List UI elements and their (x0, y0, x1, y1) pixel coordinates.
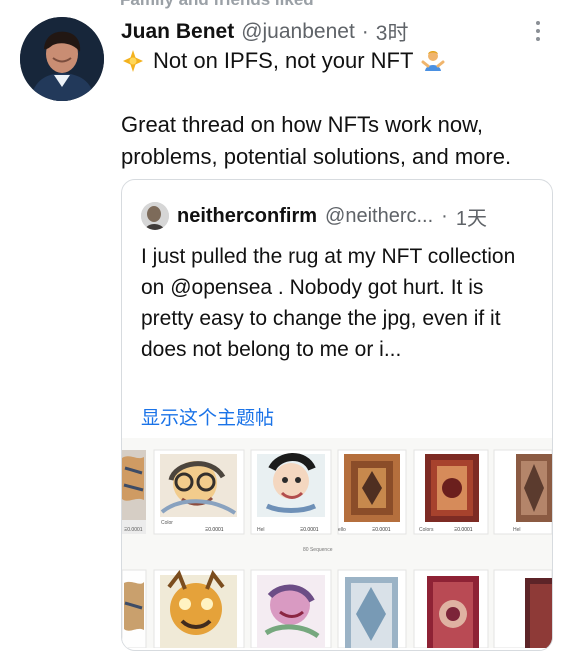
more-vertical-icon (533, 21, 543, 41)
author-name[interactable]: Juan Benet (121, 20, 234, 44)
more-options-button[interactable] (533, 17, 543, 45)
show-thread-link[interactable]: 显示这个主题帖 (141, 403, 274, 430)
quoted-author-handle[interactable]: @neitherc... (325, 205, 433, 228)
tweet-first-line: Not on IPFS, not your NFT (121, 48, 445, 74)
nft-name: Hel (513, 527, 521, 533)
liked-by-header: Family and friends liked (0, 0, 561, 10)
sparkle-icon (123, 50, 143, 72)
nft-name: Colors (419, 527, 434, 533)
quoted-tweet-time[interactable]: 1天 (456, 202, 487, 231)
nft-grid-footer: 80 Sequence (303, 547, 333, 553)
nft-card-6: Hel (493, 449, 552, 535)
quoted-author-avatar[interactable] (141, 202, 169, 230)
person-avatar-icon (20, 17, 104, 101)
nft-price: Ξ0.0001 (124, 527, 143, 533)
nft-card-3: Hel Ξ0.0001 (250, 449, 332, 535)
quoted-author-name[interactable]: neitherconfirm (177, 205, 317, 228)
nft-card-4: ello Ξ0.0001 (337, 449, 407, 535)
tweet-headline: Not on IPFS, not your NFT (153, 48, 414, 73)
tweet-time[interactable]: 3时 (376, 17, 409, 47)
time-separator: · (361, 20, 369, 43)
nft-name: Hel (257, 527, 265, 533)
nft-card-5: Colors Ξ0.0001 (413, 449, 489, 535)
person-shrugging-icon (421, 51, 445, 71)
nft-card-10 (337, 569, 407, 648)
nft-price: Ξ0.0001 (372, 527, 391, 533)
nft-preview-image[interactable]: Ξ0.0001 Color Ξ0.0001 Hel Ξ0.0001 ello Ξ… (122, 438, 552, 648)
liked-by-text: Family and friends liked (120, 0, 314, 10)
quoted-time-separator: · (441, 204, 448, 227)
tweet-body: Great thread on how NFTs work now, probl… (121, 112, 512, 169)
nft-gallery-preview: Ξ0.0001 Color Ξ0.0001 Hel Ξ0.0001 ello Ξ… (122, 438, 552, 648)
nft-card-8 (153, 569, 245, 648)
nft-card-11 (413, 569, 489, 648)
nft-name: Color (161, 520, 173, 526)
quoted-tweet-header: neitherconfirm @neitherc... · 1天 (141, 201, 537, 231)
nft-card-1: Ξ0.0001 (122, 450, 146, 534)
person-avatar-icon (141, 202, 169, 230)
nft-card-7 (122, 569, 147, 648)
tweet-header: Juan Benet @juanbenet · 3时 (121, 18, 535, 46)
quoted-tweet-card[interactable]: neitherconfirm @neitherc... · 1天 I just … (121, 179, 553, 651)
author-handle[interactable]: @juanbenet (241, 20, 355, 44)
nft-price: Ξ0.0001 (205, 527, 224, 533)
nft-card-12 (493, 569, 552, 648)
author-avatar[interactable] (20, 17, 104, 101)
nft-price: Ξ0.0001 (300, 527, 319, 533)
nft-price: Ξ0.0001 (454, 527, 473, 533)
quoted-tweet-body: I just pulled the rug at my NFT collecti… (141, 245, 516, 361)
nft-name: ello (338, 527, 346, 533)
nft-card-2: Color Ξ0.0001 (153, 449, 245, 535)
nft-card-9 (250, 569, 332, 648)
